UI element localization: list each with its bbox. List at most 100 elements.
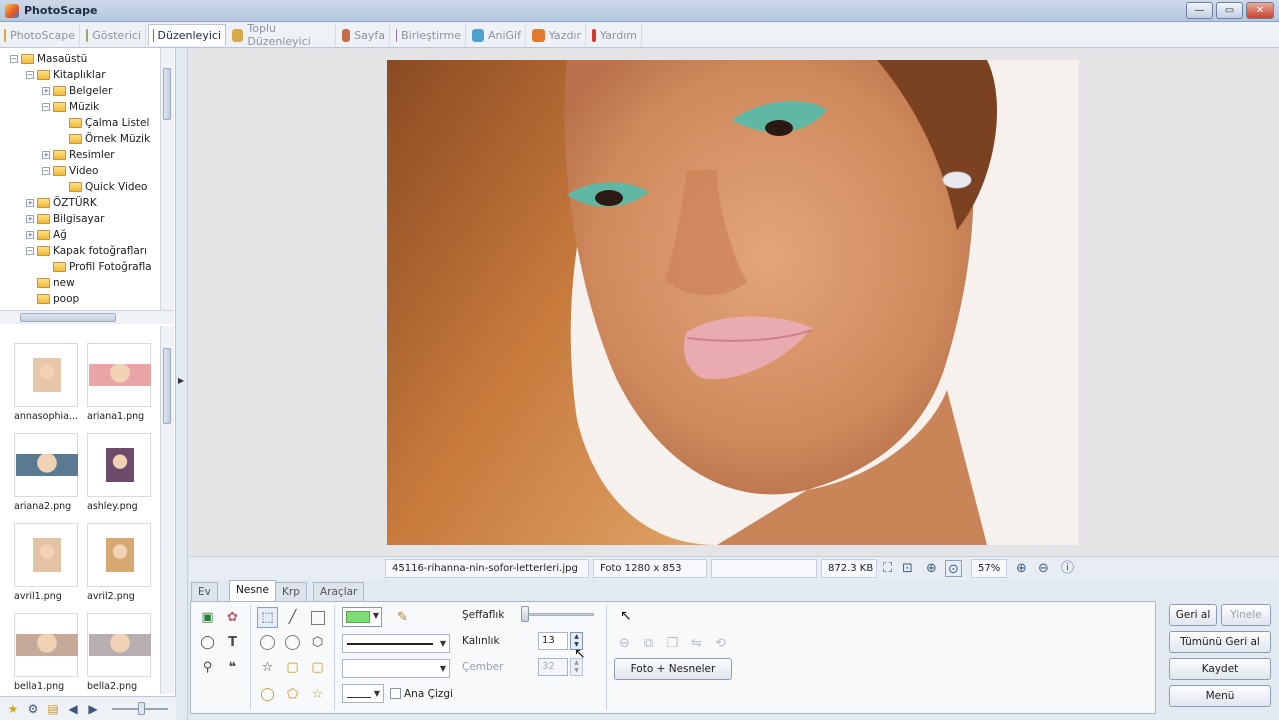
undo-all-button[interactable]: Tümünü Geri al (1169, 631, 1271, 653)
quote-tool-icon[interactable]: ❝ (222, 657, 243, 678)
thumbnail-item[interactable]: bella2.png (87, 613, 153, 696)
tree-item[interactable]: − Masaüstü (10, 51, 87, 66)
info-icon[interactable]: ⓘ (1059, 560, 1076, 577)
zoom-out-icon[interactable]: ⊖ (1035, 560, 1052, 577)
star-tool-icon[interactable]: ☆ (257, 657, 278, 678)
collapse-icon[interactable]: − (26, 70, 34, 79)
zoom-in-icon[interactable]: ⊕ (923, 560, 940, 577)
tree-item[interactable]: poop (26, 291, 79, 306)
edited-photo[interactable] (387, 60, 1079, 545)
fill-color-picker[interactable]: ▼ (342, 607, 382, 627)
tab-sayfa[interactable]: Sayfa (338, 24, 390, 46)
folder-tree[interactable]: − Masaüstü − Kitaplıklar + Belgeler − Müzik Çalm… (0, 48, 176, 326)
eyedropper-icon[interactable]: ✎ (392, 607, 413, 628)
tab-toplu-düzenleyici[interactable]: Toplu Düzenleyici (228, 22, 336, 48)
folder-settings-icon[interactable]: ⚙ (26, 702, 40, 716)
expand-icon[interactable]: + (26, 230, 34, 239)
outline-checkbox[interactable] (390, 688, 401, 699)
tree-item[interactable]: + ÖZTÜRK (26, 195, 97, 210)
thumbnail-item[interactable]: avril2.png (87, 523, 153, 611)
filled-rectangle-tool-icon[interactable]: ▢ (282, 657, 303, 678)
tab-yardım[interactable]: Yardım (588, 24, 642, 46)
favorite-icon[interactable]: ★ (6, 702, 20, 716)
speech-balloon-icon[interactable]: ◯ (197, 632, 218, 653)
tree-item[interactable]: + Belgeler (42, 83, 112, 98)
polygon-tool-icon[interactable]: ⬡ (307, 632, 328, 653)
tab-photoscape[interactable]: PhotoScape (0, 24, 80, 46)
tree-item[interactable]: + Bilgisayar (26, 211, 105, 226)
pointer-tool-icon[interactable]: ↖ (620, 608, 632, 624)
zoom-in-plus-icon[interactable]: ⊕ (1013, 560, 1030, 577)
editor-tab-ev[interactable]: Ev (191, 582, 218, 602)
tree-horizontal-scrollbar[interactable] (0, 310, 174, 324)
editor-tab-nesne[interactable]: Nesne (229, 580, 276, 602)
thumbnail-size-thumb[interactable] (138, 702, 145, 715)
expand-icon[interactable]: + (42, 150, 50, 159)
undo-button[interactable]: Geri al (1169, 604, 1217, 626)
editor-tab-araçlar[interactable]: Araçlar (313, 582, 365, 602)
thumbnail-item[interactable]: ariana1.png (87, 343, 153, 431)
tree-item[interactable]: Örnek Müzik (58, 131, 150, 146)
circle-input[interactable]: 32 (538, 658, 568, 676)
tree-item[interactable]: new (26, 275, 75, 290)
transparency-slider[interactable] (522, 613, 594, 616)
object-delete-icon[interactable]: ⊖ (614, 633, 635, 654)
tree-item[interactable]: − Kapak fotoğrafları (26, 243, 147, 258)
thickness-input[interactable]: 13 (538, 632, 568, 650)
zoom-fit-icon[interactable]: ⊙ (945, 560, 962, 577)
tab-gösterici[interactable]: Gösterici (82, 24, 146, 46)
tree-item[interactable]: − Kitaplıklar (26, 67, 106, 82)
menu-button[interactable]: Menü (1169, 685, 1271, 707)
tree-scroll-thumb[interactable] (163, 68, 171, 120)
collapse-icon[interactable]: − (42, 166, 50, 175)
insert-photo-icon[interactable]: ▣ (197, 607, 218, 628)
tree-hscroll-thumb[interactable] (20, 313, 116, 322)
collapse-arrow-icon[interactable]: ▶ (178, 376, 184, 385)
filled-star-tool-icon[interactable]: ☆ (307, 684, 328, 705)
thumbnail-item[interactable]: bella1.png (14, 613, 80, 696)
transparency-slider-thumb[interactable] (521, 606, 529, 622)
tree-item[interactable]: Profil Fotoğrafla (42, 259, 152, 274)
thumbnail-scroll-thumb[interactable] (163, 348, 171, 424)
expand-icon[interactable]: + (26, 214, 34, 223)
select-tool-icon[interactable]: ⬚ (257, 607, 278, 628)
tab-anigif[interactable]: AniGif (468, 24, 526, 46)
object-front-icon[interactable]: ⧉ (638, 633, 659, 654)
tab-yazdır[interactable]: Yazdır (528, 24, 586, 46)
tree-item[interactable]: − Müzik (42, 99, 99, 114)
thumbnail-item[interactable]: avril1.png (14, 523, 80, 611)
maximize-button[interactable]: ▭ (1216, 2, 1243, 19)
tree-item[interactable]: + Resimler (42, 147, 115, 162)
object-copy-icon[interactable]: ❐ (662, 633, 683, 654)
filled-pentagon-tool-icon[interactable]: ⬠ (282, 684, 303, 705)
panel-splitter[interactable]: ▶ (176, 48, 188, 720)
ellipse-tool-icon[interactable] (282, 632, 303, 653)
thumbnail-item[interactable]: annasophia... (14, 343, 80, 431)
collapse-icon[interactable]: − (10, 54, 18, 63)
line-style-dropdown[interactable]: ▼ (342, 634, 450, 653)
minimize-button[interactable]: — (1186, 2, 1213, 19)
filled-circle-tool-icon[interactable]: ◯ (257, 684, 278, 705)
tree-item[interactable]: Quick Video (58, 179, 147, 194)
collapse-icon[interactable]: − (42, 102, 50, 111)
redo-button[interactable]: Yinele (1221, 604, 1271, 626)
tree-item[interactable]: − Video (42, 163, 98, 178)
insert-icon-icon[interactable]: ✿ (222, 607, 243, 628)
forward-arrow-icon[interactable]: ▶ (86, 702, 100, 716)
line-tool-icon[interactable]: ╱ (282, 607, 303, 628)
photo-objects-button[interactable]: Foto + Nesneler (614, 658, 732, 680)
fit-to-window-icon[interactable]: ⊡ (899, 560, 916, 577)
editor-tab-krp[interactable]: Krp (275, 582, 307, 602)
circle-tool-icon[interactable] (257, 632, 278, 653)
tree-item[interactable]: Çalma Listel (58, 115, 149, 130)
thumbnail-scrollbar[interactable] (160, 326, 174, 694)
tree-item[interactable]: + Ağ (26, 227, 67, 242)
rounded-rectangle-tool-icon[interactable]: ▢ (307, 657, 328, 678)
folder-icon[interactable]: ▤ (46, 702, 60, 716)
tab-birleştirme[interactable]: Birleştirme (392, 24, 466, 46)
expand-icon[interactable]: + (42, 86, 50, 95)
tab-düzenleyici[interactable]: Düzenleyici (148, 24, 226, 46)
thumbnail-item[interactable]: ashley.png (87, 433, 153, 521)
save-button[interactable]: Kaydet (1169, 658, 1271, 680)
close-button[interactable]: ✕ (1246, 2, 1274, 19)
